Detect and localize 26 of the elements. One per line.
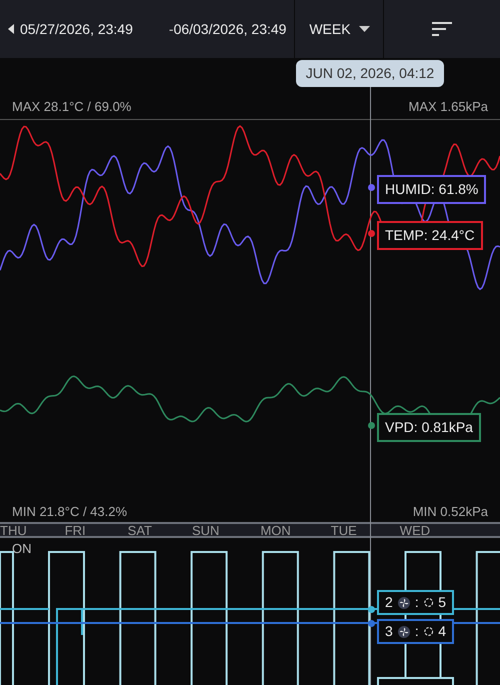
max-right-label: MAX 1.65kPa	[408, 98, 488, 116]
fan-value: 5	[438, 593, 446, 612]
day-label: MON	[260, 524, 291, 536]
day-label: TUE	[330, 524, 357, 536]
readout-label: HUMID: 61.8%	[377, 174, 486, 204]
min-left-label: MIN 21.8°C / 43.2%	[12, 502, 128, 520]
cursor-time-tooltip: JUN 02, 2026, 04:12	[296, 60, 444, 87]
fan-separator: :	[414, 622, 419, 641]
range-start[interactable]: 05/27/2026, 23:49	[20, 18, 133, 40]
min-right-label: MIN 0.52kPa	[412, 502, 488, 520]
fan-separator: :	[414, 593, 419, 612]
day-label: WED	[400, 524, 430, 536]
day-label: SUN	[192, 524, 220, 536]
range-end[interactable]: 06/03/2026, 23:49	[174, 18, 286, 40]
day-label: THU	[0, 524, 27, 536]
max-left-label: MAX 28.1°C / 69.0%	[12, 98, 132, 116]
range-separator: -	[168, 20, 174, 38]
day-label: SAT	[128, 524, 152, 536]
period-dropdown[interactable]: WEEK	[294, 0, 384, 58]
fan-number: 3	[385, 622, 393, 641]
readout-label: TEMP: 24.4°C	[377, 220, 483, 250]
readout-label: VPD: 0.81kPa	[377, 412, 481, 442]
fan-value: 4	[438, 622, 446, 641]
fan-number: 2	[385, 593, 393, 612]
switch-state-label: ON	[12, 540, 32, 558]
day-label: FRI	[64, 524, 86, 536]
